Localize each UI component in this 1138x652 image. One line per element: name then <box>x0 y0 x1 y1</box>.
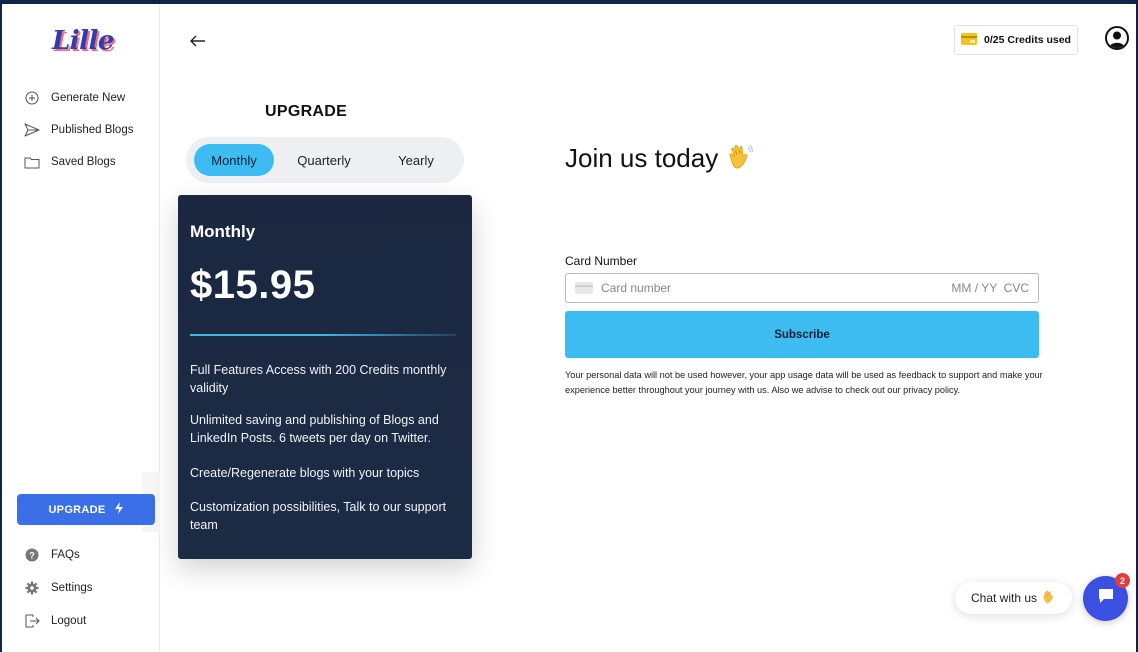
privacy-disclaimer: Your personal data will not be used howe… <box>565 370 1043 395</box>
sidebar-item-saved-blogs[interactable]: Saved Blogs <box>24 154 116 170</box>
tab-quarterly[interactable]: Quarterly <box>284 144 364 176</box>
sidebar-item-faqs[interactable]: ? FAQs <box>24 547 80 563</box>
help-icon: ? <box>24 547 40 563</box>
waving-hand-icon <box>1041 590 1056 607</box>
app-window: Lille Generate New Published Blogs Saved… <box>0 0 1138 652</box>
sidebar-item-label: Saved Blogs <box>51 156 116 168</box>
sidebar-item-label: Generate New <box>51 92 126 104</box>
lightning-icon <box>114 502 124 517</box>
upgrade-button[interactable]: UPGRADE <box>17 494 155 525</box>
card-number-input[interactable]: Card number MM / YY CVC <box>565 273 1039 303</box>
checkout-heading-text: Join us today <box>565 143 719 173</box>
sidebar-item-label: Settings <box>51 582 93 594</box>
plan-name: Monthly <box>190 222 256 241</box>
chat-bubble-icon <box>1097 587 1115 610</box>
svg-text:?: ? <box>29 551 35 561</box>
folder-icon <box>24 154 40 170</box>
plan-feature: Customization possibilities, Talk to our… <box>190 500 447 532</box>
credit-card-icon <box>961 32 978 48</box>
logout-icon <box>24 613 40 629</box>
gear-icon <box>24 580 40 596</box>
sidebar-item-label: Logout <box>51 615 87 627</box>
plan-divider <box>190 334 456 336</box>
app-logo[interactable]: Lille <box>52 26 114 56</box>
subscribe-button[interactable]: Subscribe <box>565 311 1039 358</box>
plan-feature: Create/Regenerate blogs with your topics <box>190 466 420 480</box>
checkout-heading: Join us today <box>565 143 754 177</box>
sidebar: Lille Generate New Published Blogs Saved… <box>2 4 160 652</box>
plus-circle-icon <box>24 90 40 106</box>
credits-label: 0/25 Credits used <box>984 34 1071 46</box>
billing-period-tabs: Monthly Quarterly Yearly <box>186 137 464 183</box>
user-avatar[interactable] <box>1105 26 1129 50</box>
credits-badge[interactable]: 0/25 Credits used <box>954 25 1078 55</box>
credit-card-icon <box>575 282 593 294</box>
card-number-placeholder: Card number <box>601 281 672 295</box>
chat-prompt-label: Chat with us <box>970 591 1038 605</box>
card-number-label: Card Number <box>565 254 638 268</box>
tab-monthly[interactable]: Monthly <box>194 144 274 176</box>
sidebar-item-label: Published Blogs <box>51 124 134 136</box>
card-expiry-cvc-placeholder: MM / YY CVC <box>951 281 1029 295</box>
sidebar-item-published-blogs[interactable]: Published Blogs <box>24 122 133 138</box>
sidebar-item-settings[interactable]: Settings <box>24 580 93 596</box>
chat-prompt[interactable]: Chat with us <box>955 582 1072 614</box>
tab-yearly[interactable]: Yearly <box>376 144 456 176</box>
upgrade-heading: UPGRADE <box>265 103 348 120</box>
plan-feature: Unlimited saving and publishing of Blogs… <box>190 413 439 445</box>
back-arrow-icon[interactable] <box>190 30 206 53</box>
chat-unread-badge: 2 <box>1115 573 1130 588</box>
plan-price: $15.95 <box>190 263 316 307</box>
send-icon <box>24 122 40 138</box>
plan-feature: Full Features Access with 200 Credits mo… <box>190 363 447 395</box>
sidebar-item-logout[interactable]: Logout <box>24 613 86 629</box>
sidebar-item-generate-new[interactable]: Generate New <box>24 90 125 106</box>
sidebar-item-label: FAQs <box>51 549 80 561</box>
plan-card: Monthly $15.95 Full Features Access with… <box>178 195 472 559</box>
waving-hand-icon <box>725 144 754 177</box>
upgrade-button-label: UPGRADE <box>48 503 106 516</box>
